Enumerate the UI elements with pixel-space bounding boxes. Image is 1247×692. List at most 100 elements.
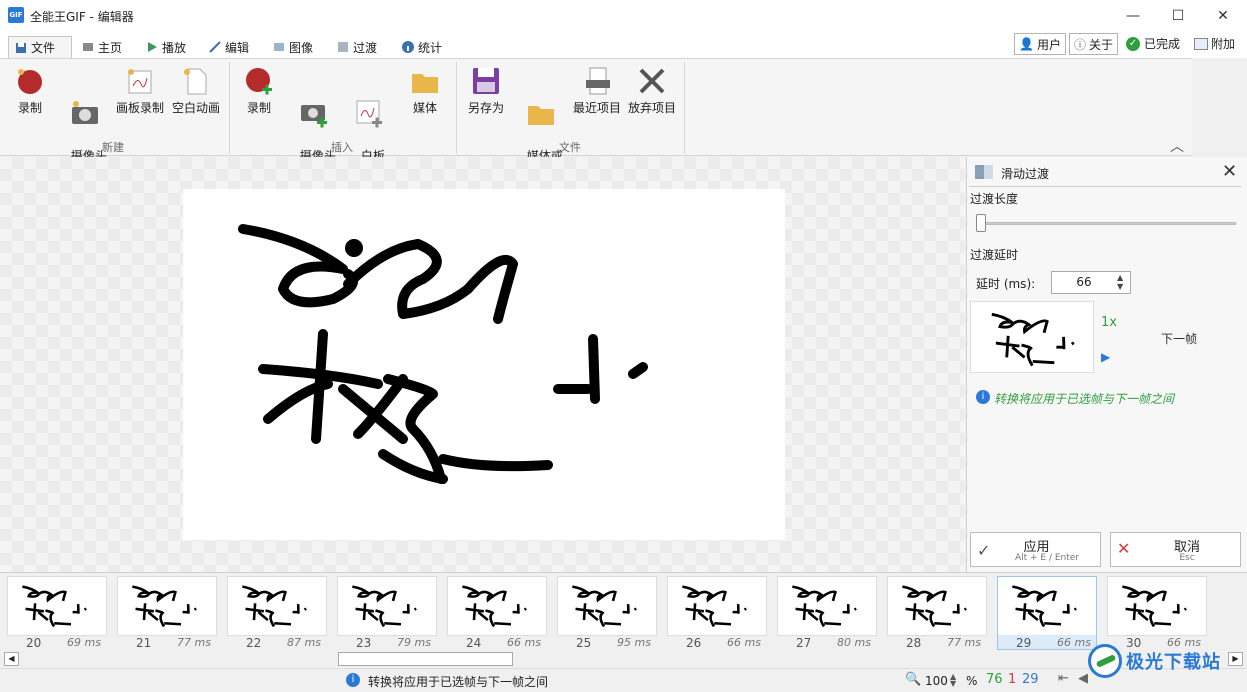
- frame-thumbnail[interactable]: [337, 576, 437, 636]
- frame-delay: 66 ms: [1057, 636, 1091, 649]
- title-bar: [0, 0, 1247, 32]
- folder-icon: [410, 66, 440, 96]
- group-label-new: 新建: [102, 141, 124, 154]
- frame-thumbnail[interactable]: [7, 576, 107, 636]
- horizontal-scrollbar[interactable]: [0, 650, 1247, 668]
- discard-x-icon: [637, 66, 667, 96]
- transition-length-slider[interactable]: [976, 222, 1236, 225]
- scroll-thumb[interactable]: [338, 652, 513, 666]
- frame-number: 22: [246, 636, 262, 650]
- slider-thumb[interactable]: [976, 214, 986, 232]
- tab-label: 过渡: [353, 40, 378, 55]
- handwriting-drawing: [238, 224, 648, 484]
- previous-frame-icon[interactable]: ◀: [1078, 671, 1088, 686]
- user-button[interactable]: 👤 用户: [1014, 33, 1066, 55]
- frame-image: [8, 577, 106, 635]
- frame-image: [998, 577, 1096, 635]
- addon-button[interactable]: 附加: [1194, 35, 1235, 52]
- app-icon: GIF: [8, 7, 24, 23]
- camera-icon: [70, 98, 100, 128]
- record-icon: [15, 66, 45, 96]
- frame-number: 23: [356, 636, 372, 650]
- zoom-icon: 🔍: [905, 672, 922, 687]
- whiteboard-add-icon: [354, 98, 384, 128]
- apply-shortcut: Alt + E / Enter: [1014, 553, 1080, 563]
- about-button[interactable]: ⓘ 关于: [1069, 33, 1119, 55]
- blank-animation-label: 空白动画: [171, 101, 220, 115]
- tab-label: 主页: [98, 40, 123, 55]
- frame-delay: 66 ms: [727, 636, 761, 649]
- insert-media-label: 媒体: [412, 101, 437, 115]
- frame-delay: 77 ms: [947, 636, 981, 649]
- preview-drawing: [991, 312, 1075, 367]
- save-icon: [15, 42, 27, 54]
- collapse-ribbon-icon[interactable]: ︿: [1170, 136, 1184, 156]
- current-frame: 29: [1022, 672, 1039, 687]
- recent-file-icon: [582, 66, 612, 96]
- panel-close-icon[interactable]: ✕: [1222, 161, 1237, 182]
- recent-projects-button[interactable]: 最近项目: [569, 66, 625, 116]
- save-as-button[interactable]: 另存为: [458, 66, 514, 116]
- divider: [969, 186, 1241, 187]
- cancel-shortcut: Esc: [1179, 553, 1195, 563]
- frame-delay: 79 ms: [397, 636, 431, 649]
- zoom-stepper[interactable]: ▲ ▼: [950, 673, 956, 688]
- panel-info-text: 转换将应用于已选帧与下一帧之间: [994, 392, 1175, 406]
- play-icon: [146, 41, 158, 53]
- tab-transition[interactable]: 过渡: [331, 36, 383, 58]
- image-icon: [1194, 37, 1208, 50]
- transition-delay-label: 过渡延时: [970, 248, 1019, 262]
- frame-thumbnail[interactable]: [557, 576, 657, 636]
- tab-edit[interactable]: 编辑: [203, 36, 255, 58]
- tab-image[interactable]: 图像: [267, 36, 319, 58]
- frame-delay: 80 ms: [837, 636, 871, 649]
- blank-animation-button[interactable]: 空白动画: [168, 66, 224, 116]
- watermark-logo-icon: [1088, 644, 1122, 678]
- close-button[interactable]: ✕: [1200, 0, 1246, 32]
- frame-thumbnail[interactable]: [447, 576, 547, 636]
- slide-transition-icon: [975, 165, 993, 179]
- scroll-left-icon[interactable]: ◀: [4, 652, 19, 666]
- maximize-button[interactable]: ☐: [1155, 0, 1201, 32]
- zoom-unit: %: [966, 674, 978, 688]
- frame-number: 27: [796, 636, 812, 650]
- zoom-value[interactable]: 100: [925, 674, 948, 688]
- play-preview-icon[interactable]: ▶: [1101, 350, 1110, 364]
- blank-page-icon: [181, 66, 211, 96]
- tab-label: 图像: [289, 40, 314, 55]
- frame-thumbnail[interactable]: [227, 576, 327, 636]
- next-frame-label: 下一帧: [1161, 332, 1198, 346]
- tab-file[interactable]: 文件: [8, 36, 72, 58]
- delay-ms-label: 延时 (ms):: [976, 277, 1036, 291]
- record-button[interactable]: 录制: [2, 66, 58, 116]
- frame-thumbnail[interactable]: [667, 576, 767, 636]
- delay-stepper[interactable]: ▲ ▼: [1117, 273, 1123, 291]
- window-title: 全能王GIF - 编辑器: [30, 10, 134, 24]
- frame-thumbnail[interactable]: [887, 576, 987, 636]
- board-record-label: 画板录制: [115, 101, 164, 115]
- done-status[interactable]: ✓ 已完成: [1126, 35, 1180, 52]
- frame-image: [118, 577, 216, 635]
- tab-statistics[interactable]: 统计: [396, 36, 448, 58]
- cancel-button[interactable]: ✕ 取消 Esc: [1110, 532, 1241, 567]
- apply-button[interactable]: ✓ 应用 Alt + E / Enter: [970, 532, 1101, 567]
- minimize-button[interactable]: —: [1110, 0, 1156, 32]
- frame-number: 24: [466, 636, 482, 650]
- panel-title: 滑动过渡: [1001, 167, 1050, 181]
- first-frame-icon[interactable]: ⇤: [1058, 671, 1069, 686]
- frame-thumbnail[interactable]: [117, 576, 217, 636]
- discard-project-label: 放弃项目: [627, 101, 676, 115]
- frame-thumbnail[interactable]: [777, 576, 877, 636]
- discard-project-button[interactable]: 放弃项目: [624, 66, 680, 116]
- tab-playback[interactable]: 播放: [140, 36, 192, 58]
- frame-thumbnail[interactable]: [1107, 576, 1207, 636]
- insert-record-button[interactable]: 录制: [231, 66, 287, 116]
- frame-image: [778, 577, 876, 635]
- board-record-button[interactable]: 画板录制: [112, 66, 168, 116]
- insert-media-button[interactable]: 媒体: [397, 66, 453, 116]
- check-circle-icon: ✓: [1126, 36, 1140, 51]
- folder-open-icon: [526, 98, 556, 128]
- user-label: 用户: [1036, 37, 1061, 52]
- image-icon: [273, 41, 285, 53]
- tab-home[interactable]: 主页: [76, 36, 128, 58]
